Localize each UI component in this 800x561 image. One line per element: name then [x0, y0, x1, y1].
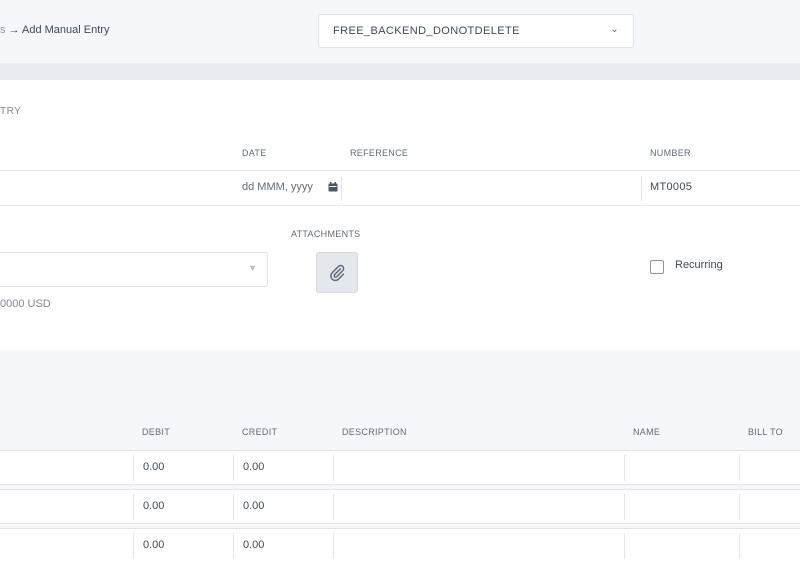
reference-number-separator	[641, 176, 642, 201]
credit-input[interactable]: 0.00	[243, 500, 264, 512]
date-reference-separator	[341, 176, 342, 201]
header-divider	[0, 63, 800, 80]
recurring-label: Recurring	[675, 259, 723, 271]
date-input[interactable]: dd MMM, yyyy	[242, 181, 313, 193]
column-header-bill-to: BILL TO	[748, 427, 783, 437]
breadcrumb: s → Add Manual Entry	[0, 24, 109, 36]
breadcrumb-separator: →	[8, 24, 20, 36]
currency-note: 0000 USD	[0, 298, 51, 310]
date-label: DATE	[242, 148, 267, 158]
contact-select[interactable]: ▼	[0, 252, 268, 287]
organization-select[interactable]: FREE_BACKEND_DONOTDELETE ⌄	[318, 14, 634, 48]
table-row: 0.00 0.00	[0, 489, 800, 524]
breadcrumb-previous[interactable]: s	[0, 24, 6, 36]
attachment-button[interactable]	[316, 252, 358, 293]
recurring-checkbox[interactable]	[650, 260, 664, 274]
chevron-down-icon: ⌄	[610, 24, 619, 35]
reference-input[interactable]	[346, 172, 636, 204]
table-row: 0.00 0.00	[0, 528, 800, 561]
number-label: NUMBER	[650, 148, 691, 158]
column-header-name: NAME	[633, 427, 661, 437]
field-row-bottom-border	[0, 205, 800, 206]
credit-input[interactable]: 0.00	[243, 539, 264, 551]
calendar-icon[interactable]	[328, 182, 338, 192]
table-row: 0.00 0.00	[0, 450, 800, 485]
organization-value: FREE_BACKEND_DONOTDELETE	[333, 25, 520, 37]
column-header-description: DESCRIPTION	[342, 427, 407, 437]
attachments-label: ATTACHMENTS	[291, 229, 361, 239]
field-row-top-border	[0, 170, 800, 171]
column-header-credit: CREDIT	[242, 427, 278, 437]
entry-form-card	[0, 80, 800, 350]
debit-input[interactable]: 0.00	[143, 539, 164, 551]
section-title: TRY	[0, 106, 22, 117]
number-input[interactable]: MT0005	[650, 181, 692, 193]
credit-input[interactable]: 0.00	[243, 461, 264, 473]
chevron-down-icon: ▼	[248, 263, 257, 273]
reference-label: REFERENCE	[350, 148, 409, 158]
breadcrumb-current: Add Manual Entry	[22, 24, 110, 36]
debit-input[interactable]: 0.00	[143, 500, 164, 512]
debit-input[interactable]: 0.00	[143, 461, 164, 473]
paperclip-icon	[330, 264, 345, 281]
column-header-debit: DEBIT	[142, 427, 171, 437]
